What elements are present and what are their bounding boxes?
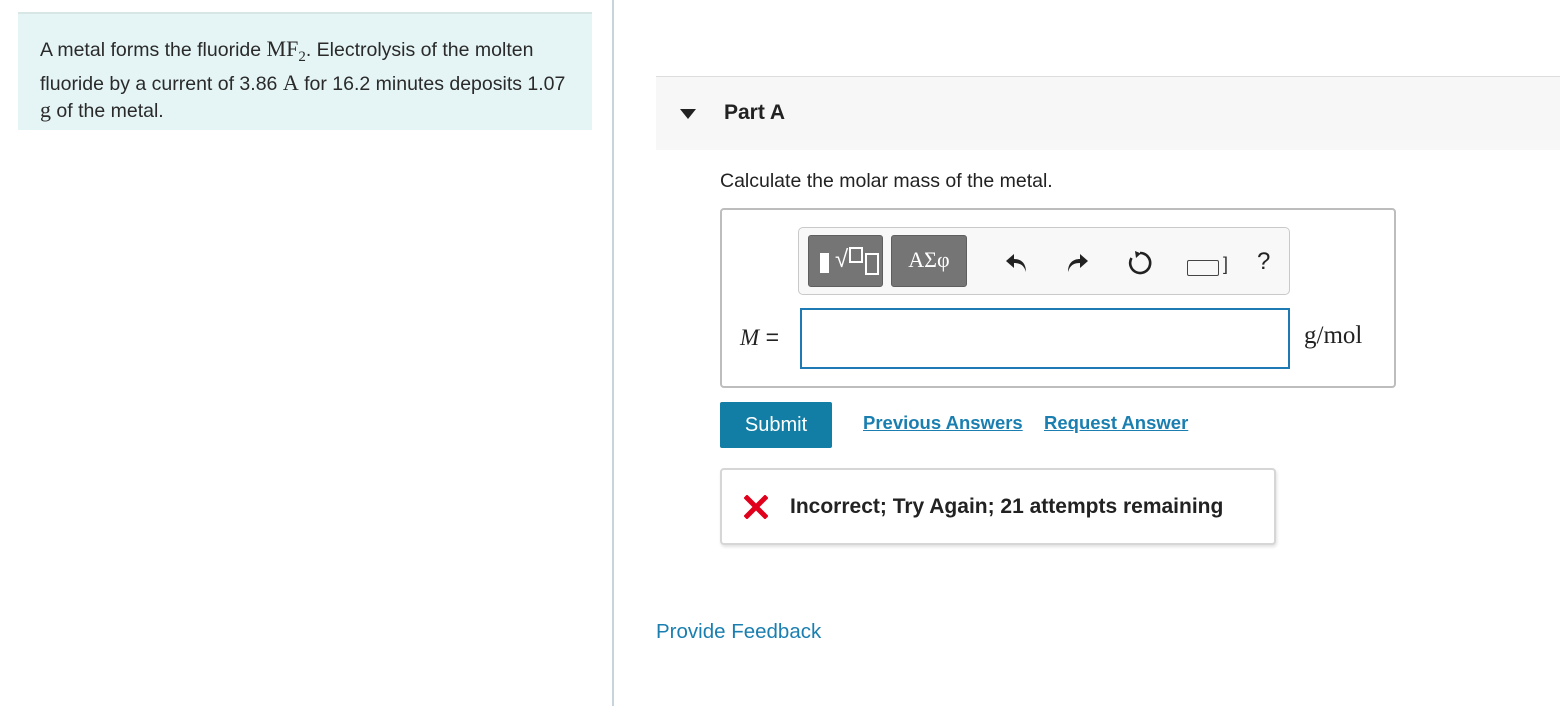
answer-box: √ ΑΣφ ] ? M = g/mol [720,208,1396,388]
sqrt-icon: √ [835,246,849,273]
box-icon [849,247,863,263]
problem-text-4: of the metal. [51,99,164,122]
feedback-box: Incorrect; Try Again; 21 attempts remain… [720,468,1276,545]
math-toolbar: √ ΑΣφ ] ? [798,227,1290,295]
answer-input[interactable] [800,308,1290,369]
problem-text-1: A metal forms the fluoride [40,39,267,61]
submit-button[interactable]: Submit [720,402,832,448]
formula-base: MF [266,36,299,61]
feedback-message: Incorrect; Try Again; 21 attempts remain… [790,495,1224,518]
problem-statement: A metal forms the fluoride MF2. Electrol… [18,12,592,130]
undo-icon[interactable] [1003,250,1031,276]
unit-label: g/mol [1304,322,1363,349]
variable-label: M = [740,324,779,351]
part-title: Part A [724,101,786,124]
help-icon[interactable]: ? [1257,248,1270,276]
equals-sign: = [765,324,779,350]
previous-answers-link[interactable]: Previous Answers [863,412,1023,434]
box-icon [865,253,879,275]
mass-unit: g [40,96,51,122]
incorrect-x-icon [743,494,769,520]
reset-icon[interactable] [1126,250,1154,276]
symbols-button[interactable]: ΑΣφ [891,235,967,287]
request-answer-link[interactable]: Request Answer [1044,412,1188,434]
part-header[interactable]: Part A [656,76,1560,150]
question-text: Calculate the molar mass of the metal. [720,170,1053,192]
collapse-caret-icon[interactable] [680,109,696,119]
redo-icon[interactable] [1063,250,1091,276]
variable-symbol: M [740,325,760,350]
problem-text-3: for 16.2 minutes deposits 1.07 [298,72,566,95]
keyboard-shortcut-bracket: ] [1223,254,1229,274]
panel-divider [612,0,614,706]
block-icon [820,253,829,273]
current-unit: A [282,69,299,95]
provide-feedback-link[interactable]: Provide Feedback [656,620,821,644]
formula-subscript: 2 [298,48,306,65]
keyboard-icon[interactable] [1187,260,1219,276]
templates-button[interactable]: √ [808,235,883,287]
